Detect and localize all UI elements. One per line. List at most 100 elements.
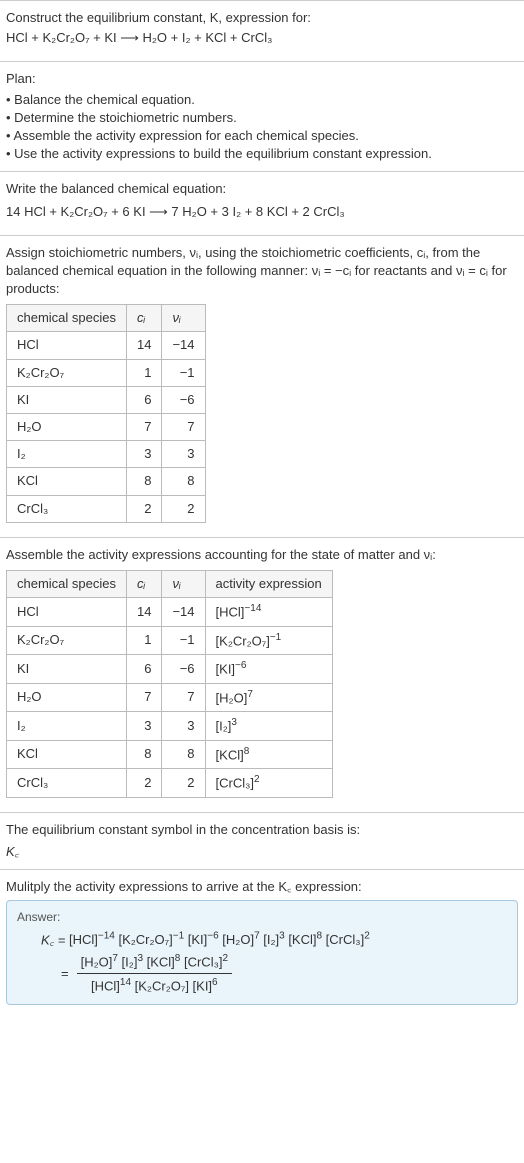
table-row: HCl14−14[HCl]−14 <box>7 598 333 627</box>
cell-c: 1 <box>127 626 162 655</box>
table-row: HCl14−14 <box>7 332 206 359</box>
intro-equation: HCl + K₂Cr₂O₇ + KI ⟶ H₂O + I₂ + KCl + Cr… <box>6 29 518 47</box>
intro-text: Construct the equilibrium constant, K, e… <box>6 9 518 27</box>
cell-species: KCl <box>7 740 127 769</box>
fraction-numerator: [H₂O]7 [I₂]3 [KCl]8 [CrCl₃]2 <box>77 952 232 975</box>
col-c: cᵢ <box>127 305 162 332</box>
table-row: KCl88 <box>7 468 206 495</box>
kc-line-2: = [H₂O]7 [I₂]3 [KCl]8 [CrCl₃]2 [HCl]14 [… <box>61 952 507 996</box>
plan-section: Plan: • Balance the chemical equation. •… <box>0 61 524 171</box>
cell-species: KCl <box>7 468 127 495</box>
table-row: KI6−6[KI]−6 <box>7 655 333 684</box>
cell-species: K₂Cr₂O₇ <box>7 359 127 386</box>
cell-species: KI <box>7 655 127 684</box>
balanced-section: Write the balanced chemical equation: 14… <box>0 171 524 234</box>
kc-prefix: K꜀ = <box>41 932 69 947</box>
cell-nu: −6 <box>162 386 205 413</box>
plan-item: • Determine the stoichiometric numbers. <box>6 109 518 127</box>
cell-c: 8 <box>127 740 162 769</box>
kc-line-1: K꜀ = [HCl]−14 [K₂Cr₂O₇]−1 [KI]−6 [H₂O]7 … <box>41 930 507 950</box>
cell-activity: [KCl]8 <box>205 740 332 769</box>
plan-header: Plan: <box>6 70 518 88</box>
cell-nu: −14 <box>162 598 205 627</box>
balanced-label: Write the balanced chemical equation: <box>6 180 518 198</box>
table-row: H₂O77[H₂O]7 <box>7 683 333 712</box>
table-row: I₂33[I₂]3 <box>7 712 333 741</box>
col-activity: activity expression <box>205 570 332 597</box>
cell-c: 1 <box>127 359 162 386</box>
cell-c: 3 <box>127 712 162 741</box>
cell-c: 3 <box>127 441 162 468</box>
cell-nu: 8 <box>162 740 205 769</box>
cell-species: H₂O <box>7 683 127 712</box>
col-nu: νᵢ <box>162 305 205 332</box>
cell-c: 6 <box>127 655 162 684</box>
cell-species: HCl <box>7 598 127 627</box>
conc-basis-text: The equilibrium constant symbol in the c… <box>6 821 518 839</box>
activity-text: Assemble the activity expressions accoun… <box>6 546 518 564</box>
col-nu: νᵢ <box>162 570 205 597</box>
cell-c: 7 <box>127 683 162 712</box>
cell-nu: −6 <box>162 655 205 684</box>
cell-c: 2 <box>127 769 162 798</box>
cell-species: I₂ <box>7 712 127 741</box>
kc-fraction: [H₂O]7 [I₂]3 [KCl]8 [CrCl₃]2 [HCl]14 [K₂… <box>77 952 232 996</box>
cell-nu: 3 <box>162 441 205 468</box>
intro-section: Construct the equilibrium constant, K, e… <box>0 0 524 61</box>
cell-species: H₂O <box>7 414 127 441</box>
cell-nu: 8 <box>162 468 205 495</box>
plan-item: • Balance the chemical equation. <box>6 91 518 109</box>
equals-sign: = <box>61 965 69 983</box>
cell-nu: 3 <box>162 712 205 741</box>
cell-activity: [I₂]3 <box>205 712 332 741</box>
multiply-section: Mulitply the activity expressions to arr… <box>0 869 524 1013</box>
table-header-row: chemical species cᵢ νᵢ <box>7 305 206 332</box>
multiply-text: Mulitply the activity expressions to arr… <box>6 878 518 896</box>
cell-species: CrCl₃ <box>7 769 127 798</box>
cell-c: 7 <box>127 414 162 441</box>
table-row: H₂O77 <box>7 414 206 441</box>
cell-activity: [K₂Cr₂O₇]−1 <box>205 626 332 655</box>
table-header-row: chemical species cᵢ νᵢ activity expressi… <box>7 570 333 597</box>
stoich-section: Assign stoichiometric numbers, νᵢ, using… <box>0 235 524 537</box>
cell-nu: −1 <box>162 359 205 386</box>
cell-species: I₂ <box>7 441 127 468</box>
col-species: chemical species <box>7 570 127 597</box>
stoich-table: chemical species cᵢ νᵢ HCl14−14K₂Cr₂O₇1−… <box>6 304 206 523</box>
cell-activity: [HCl]−14 <box>205 598 332 627</box>
kc-expression-flat: [HCl]−14 [K₂Cr₂O₇]−1 [KI]−6 [H₂O]7 [I₂]3… <box>69 932 370 947</box>
cell-nu: −1 <box>162 626 205 655</box>
cell-activity: [KI]−6 <box>205 655 332 684</box>
table-row: K₂Cr₂O₇1−1 <box>7 359 206 386</box>
table-row: KCl88[KCl]8 <box>7 740 333 769</box>
cell-species: HCl <box>7 332 127 359</box>
activity-table: chemical species cᵢ νᵢ activity expressi… <box>6 570 333 798</box>
cell-nu: 2 <box>162 769 205 798</box>
kc-symbol: K꜀ <box>6 843 518 861</box>
table-row: CrCl₃22 <box>7 495 206 522</box>
cell-nu: 7 <box>162 683 205 712</box>
cell-activity: [H₂O]7 <box>205 683 332 712</box>
cell-c: 14 <box>127 332 162 359</box>
fraction-denominator: [HCl]14 [K₂Cr₂O₇] [KI]6 <box>77 974 232 996</box>
table-row: KI6−6 <box>7 386 206 413</box>
col-species: chemical species <box>7 305 127 332</box>
plan-item: • Assemble the activity expression for e… <box>6 127 518 145</box>
cell-nu: 2 <box>162 495 205 522</box>
balanced-equation: 14 HCl + K₂Cr₂O₇ + 6 KI ⟶ 7 H₂O + 3 I₂ +… <box>6 203 518 221</box>
cell-species: CrCl₃ <box>7 495 127 522</box>
cell-c: 14 <box>127 598 162 627</box>
cell-activity: [CrCl₃]2 <box>205 769 332 798</box>
cell-c: 2 <box>127 495 162 522</box>
stoich-text: Assign stoichiometric numbers, νᵢ, using… <box>6 244 518 299</box>
cell-nu: 7 <box>162 414 205 441</box>
cell-nu: −14 <box>162 332 205 359</box>
conc-basis-section: The equilibrium constant symbol in the c… <box>0 812 524 869</box>
plan-item: • Use the activity expressions to build … <box>6 145 518 163</box>
cell-species: K₂Cr₂O₇ <box>7 626 127 655</box>
cell-c: 8 <box>127 468 162 495</box>
cell-c: 6 <box>127 386 162 413</box>
cell-species: KI <box>7 386 127 413</box>
col-c: cᵢ <box>127 570 162 597</box>
table-row: CrCl₃22[CrCl₃]2 <box>7 769 333 798</box>
